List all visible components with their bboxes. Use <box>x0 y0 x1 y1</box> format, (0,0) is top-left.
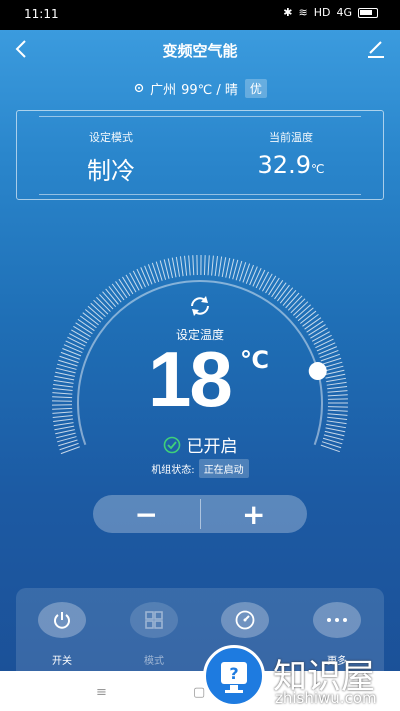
power-icon <box>54 612 70 629</box>
mode-value: 制冷 <box>87 157 135 185</box>
unit-status-value: 正在启动 <box>198 459 249 478</box>
gauge-icon <box>235 610 255 630</box>
mode-control[interactable]: 模式 <box>129 602 179 667</box>
power-label: 开关 <box>52 656 72 667</box>
city-name: 广州 <box>150 83 177 98</box>
current-temp-value: 32.9 <box>257 151 311 179</box>
unit-status: 机组状态: 正在启动 <box>0 459 400 478</box>
card-top-line <box>39 116 361 117</box>
current-temp-unit: ℃ <box>310 162 325 176</box>
watermark-subtext: zhishiwu.com <box>275 689 377 707</box>
power-control[interactable]: 开关 <box>37 602 87 667</box>
unit-status-label: 机组状态: <box>151 465 195 476</box>
current-temp: 32.9℃ <box>211 151 371 179</box>
aqi-badge: 优 <box>244 79 267 98</box>
weather-text: 99℃ / 晴 <box>181 83 238 98</box>
set-temp-unit: ℃ <box>240 346 270 374</box>
decrease-button[interactable]: − <box>93 495 200 533</box>
edit-icon <box>368 41 384 58</box>
temperature-stepper: − + <box>93 495 307 533</box>
watermark: ? 知识屋 zhishiwu.com <box>203 645 400 711</box>
bluetooth-icon: ✱ <box>283 6 293 19</box>
location-weather: 广州 99℃ / 晴 优 <box>0 79 400 98</box>
battery-icon <box>358 7 378 18</box>
app-header: 变频空气能 <box>0 30 400 70</box>
dial-knob[interactable] <box>308 362 327 381</box>
check-circle-icon <box>163 436 180 453</box>
monitor-question-icon: ? <box>221 662 247 693</box>
more-dots-icon <box>327 618 347 622</box>
mode-button[interactable] <box>130 602 178 638</box>
watermark-logo: ? <box>203 645 265 707</box>
svg-text:?: ? <box>229 664 238 683</box>
page-title: 变频空气能 <box>162 42 238 60</box>
wifi-icon: ≋ <box>298 6 308 19</box>
status-icons: ✱ ≋ HD 4G <box>283 6 378 19</box>
mode-label: 设定模式 <box>89 131 133 144</box>
more-button[interactable] <box>313 602 361 638</box>
current-temp-label: 当前温度 <box>269 131 313 144</box>
menu-nav-icon[interactable]: ≡ <box>96 685 107 700</box>
increase-button[interactable]: + <box>201 495 308 533</box>
status-time: 11:11 <box>24 7 59 21</box>
sync-icon[interactable] <box>187 293 213 319</box>
power-state-text: 已开启 <box>186 437 238 457</box>
signal-label: 4G <box>336 6 352 19</box>
card-bottom-line <box>39 194 361 195</box>
info-card: 设定模式 制冷 当前温度 32.9℃ <box>16 110 384 200</box>
speed-button[interactable] <box>221 602 269 638</box>
mode-section: 设定模式 制冷 <box>31 129 191 186</box>
set-temp-value: 18 <box>148 335 233 423</box>
grid-icon <box>145 611 163 629</box>
power-button[interactable] <box>38 602 86 638</box>
location-pin-icon <box>134 83 144 92</box>
edit-button[interactable] <box>366 39 386 59</box>
mode-control-label: 模式 <box>144 656 164 667</box>
status-bar: 11:11 ✱ ≋ HD 4G <box>0 0 400 30</box>
current-temp-section: 当前温度 32.9℃ <box>211 129 371 179</box>
network-label: HD <box>313 6 331 19</box>
power-state: 已开启 <box>0 432 400 457</box>
